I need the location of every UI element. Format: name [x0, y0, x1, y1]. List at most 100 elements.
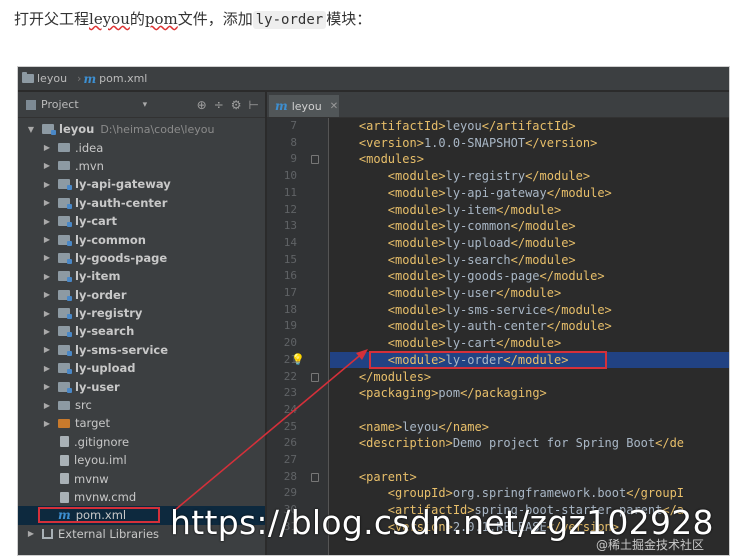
xml-text: Demo project for Spring Boot — [452, 436, 656, 451]
code-line[interactable]: <packaging>pom</packaging> — [330, 385, 729, 402]
panel-tool-2-icon[interactable]: ⚙ — [231, 98, 242, 112]
expand-arrow-icon[interactable]: ▶ — [42, 382, 52, 391]
tree-item-ly-goods-page[interactable]: ▶ ly-goods-page — [18, 249, 265, 267]
code-line[interactable]: </modules> — [330, 369, 729, 386]
line-number: 13 — [283, 219, 297, 233]
code-line[interactable]: <module>ly-user</module> — [330, 285, 729, 302]
module-icon — [58, 271, 72, 283]
tree-item-ly-upload[interactable]: ▶ ly-upload — [18, 359, 265, 377]
xml-close-tag: </module> — [546, 319, 612, 334]
expand-arrow-icon[interactable]: ▶ — [42, 364, 52, 373]
expand-arrow-icon[interactable]: ▶ — [42, 253, 52, 262]
expand-arrow-icon[interactable]: ▶ — [42, 327, 52, 336]
xml-open-tag: <module> — [387, 319, 446, 334]
close-icon[interactable]: ✕ — [330, 101, 338, 112]
tree-item-ly-api-gateway[interactable]: ▶ ly-api-gateway — [18, 175, 265, 193]
code-line[interactable]: <module>ly-goods-page</module> — [330, 268, 729, 285]
code-line[interactable]: <module>ly-api-gateway</module> — [330, 185, 729, 202]
code-line[interactable]: <module>ly-auth-center</module> — [330, 318, 729, 335]
tree-item-ly-registry[interactable]: ▶ ly-registry — [18, 304, 265, 322]
tree-item-leyou-iml[interactable]: leyou.iml — [18, 451, 265, 469]
expand-arrow-icon[interactable]: ▶ — [42, 272, 52, 281]
tree-item-ly-common[interactable]: ▶ ly-common — [18, 230, 265, 248]
tree-item-label: External Libraries — [58, 526, 160, 541]
lightbulb-icon[interactable]: 💡 — [291, 353, 305, 366]
code-line[interactable]: <module>ly-item</module> — [330, 202, 729, 219]
tree-item-mvnw[interactable]: mvnw — [18, 469, 265, 487]
code-line[interactable]: <description>Demo project for Spring Boo… — [330, 435, 729, 452]
editor-tab-bar: m leyou ✕ — [267, 92, 729, 118]
line-number: 12 — [283, 202, 297, 216]
tree-item-idea[interactable]: ▶ .idea — [18, 138, 265, 156]
module-icon — [58, 252, 72, 264]
code-line[interactable]: <groupId>org.springframework.boot</group… — [330, 485, 729, 502]
line-number: 25 — [283, 419, 297, 433]
expand-arrow-icon[interactable]: ▶ — [42, 217, 52, 226]
project-view-selector[interactable]: Project — [41, 98, 79, 111]
panel-tool-0-icon[interactable]: ⊕ — [197, 98, 207, 112]
code-line[interactable]: <module>ly-upload</module> — [330, 235, 729, 252]
tree-item-gitignore[interactable]: .gitignore — [18, 433, 265, 451]
xml-close-tag: </module> — [546, 302, 612, 317]
code-line[interactable]: <version>1.0.0-SNAPSHOT</version> — [330, 135, 729, 152]
tree-item-label: ly-cart — [75, 214, 117, 229]
code-line[interactable]: <module>ly-common</module> — [330, 218, 729, 235]
expand-arrow-icon[interactable]: ▶ — [42, 309, 52, 318]
tree-item-label: mvnw.cmd — [74, 490, 137, 504]
xml-open-tag: <module> — [387, 269, 446, 284]
module-icon — [58, 381, 72, 393]
fold-marker-icon[interactable] — [311, 372, 319, 382]
tree-item-ly-order[interactable]: ▶ ly-order — [18, 286, 265, 304]
tree-item-mvn[interactable]: ▶ .mvn — [18, 157, 265, 175]
expand-arrow-icon[interactable]: ▶ — [42, 235, 52, 244]
xml-text: ly-registry — [445, 169, 526, 184]
code-line[interactable]: <name>leyou</name> — [330, 419, 729, 436]
code-line[interactable]: <modules> — [330, 151, 729, 168]
xml-close-tag: </module> — [510, 219, 576, 234]
code-line[interactable]: <module>ly-cart</module> — [330, 335, 729, 352]
fold-marker-icon[interactable] — [311, 155, 319, 165]
tree-item-ly-item[interactable]: ▶ ly-item — [18, 267, 265, 285]
code-line[interactable]: <parent> — [330, 469, 729, 486]
xml-text: org.springframework.boot — [452, 486, 627, 501]
tree-item-label: ly-upload — [75, 361, 136, 376]
expand-arrow-icon[interactable]: ▶ — [42, 161, 52, 170]
tree-item-ly-cart[interactable]: ▶ ly-cart — [18, 212, 265, 230]
code-line[interactable] — [330, 402, 729, 419]
tree-item-ly-user[interactable]: ▶ ly-user — [18, 377, 265, 395]
expand-arrow-icon[interactable]: ▶ — [42, 143, 52, 152]
tree-item-ly-auth-center[interactable]: ▶ ly-auth-center — [18, 194, 265, 212]
panel-tool-1-icon[interactable]: ÷ — [214, 98, 224, 112]
expand-arrow-icon[interactable]: ▶ — [42, 345, 52, 354]
code-line[interactable]: <module>ly-search</module> — [330, 252, 729, 269]
code-editor[interactable]: <artifactId>leyou</artifactId> <version>… — [330, 118, 729, 555]
fold-marker-icon[interactable] — [311, 472, 319, 482]
xml-close-tag: </version> — [525, 135, 598, 150]
tree-item-src[interactable]: ▶ src — [18, 396, 265, 414]
module-icon — [58, 326, 72, 338]
chevron-down-icon[interactable]: ▾ — [143, 100, 148, 110]
code-line[interactable]: <artifactId>leyou</artifactId> — [330, 118, 729, 135]
code-line[interactable] — [330, 452, 729, 469]
breadcrumb-project[interactable]: leyou — [22, 72, 67, 85]
expand-arrow-icon[interactable]: ▼ — [26, 125, 36, 134]
code-line[interactable]: <module>ly-sms-service</module> — [330, 302, 729, 319]
breadcrumb-file[interactable]: m pom.xml — [83, 72, 147, 86]
tree-item-target[interactable]: ▶ target — [18, 414, 265, 432]
line-number: 18 — [283, 302, 297, 316]
expand-arrow-icon[interactable]: ▶ — [26, 529, 36, 538]
tree-item-ly-sms-service[interactable]: ▶ ly-sms-service — [18, 341, 265, 359]
expand-arrow-icon[interactable]: ▶ — [42, 180, 52, 189]
project-panel-header: Project ▾ ⊕ ÷ ⚙ ⊢ — [18, 92, 265, 118]
expand-arrow-icon[interactable]: ▶ — [42, 419, 52, 428]
xml-close-tag: </module> — [496, 202, 562, 217]
expand-arrow-icon[interactable]: ▶ — [42, 198, 52, 207]
expand-arrow-icon[interactable]: ▶ — [42, 290, 52, 299]
tree-item-ly-search[interactable]: ▶ ly-search — [18, 322, 265, 340]
tree-root[interactable]: ▼ leyou D:\heima\code\leyou — [18, 120, 265, 138]
code-line[interactable]: <module>ly-registry</module> — [330, 168, 729, 185]
tab-pom-leyou[interactable]: m leyou ✕ — [269, 95, 339, 117]
xml-text: ly-goods-page — [445, 269, 540, 284]
expand-arrow-icon[interactable]: ▶ — [42, 401, 52, 410]
panel-tool-3-icon[interactable]: ⊢ — [249, 98, 259, 112]
